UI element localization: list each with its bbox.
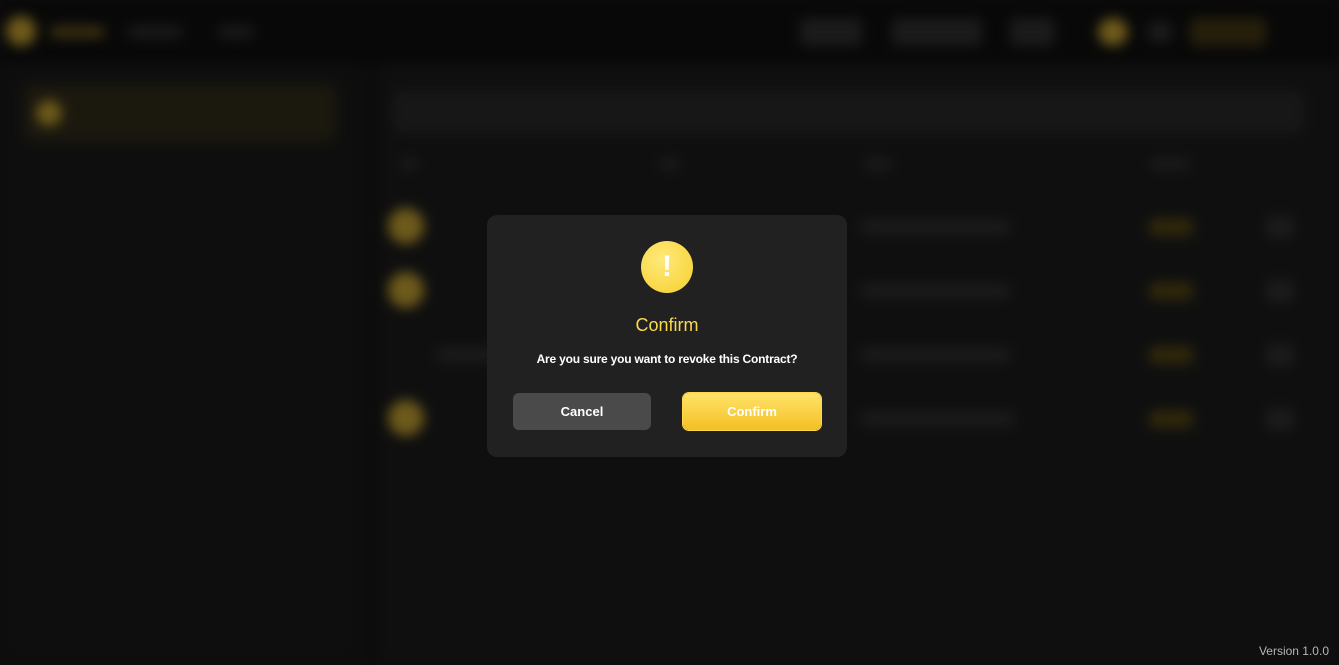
version-label: Version 1.0.0 (1258, 644, 1329, 658)
cancel-button[interactable]: Cancel (513, 393, 651, 430)
confirm-dialog: ! Confirm Are you sure you want to revok… (487, 215, 847, 457)
confirm-button[interactable]: Confirm (683, 393, 821, 430)
dialog-message: Are you sure you want to revoke this Con… (536, 352, 798, 366)
dialog-title: Confirm (635, 315, 699, 335)
warning-icon: ! (641, 241, 693, 293)
